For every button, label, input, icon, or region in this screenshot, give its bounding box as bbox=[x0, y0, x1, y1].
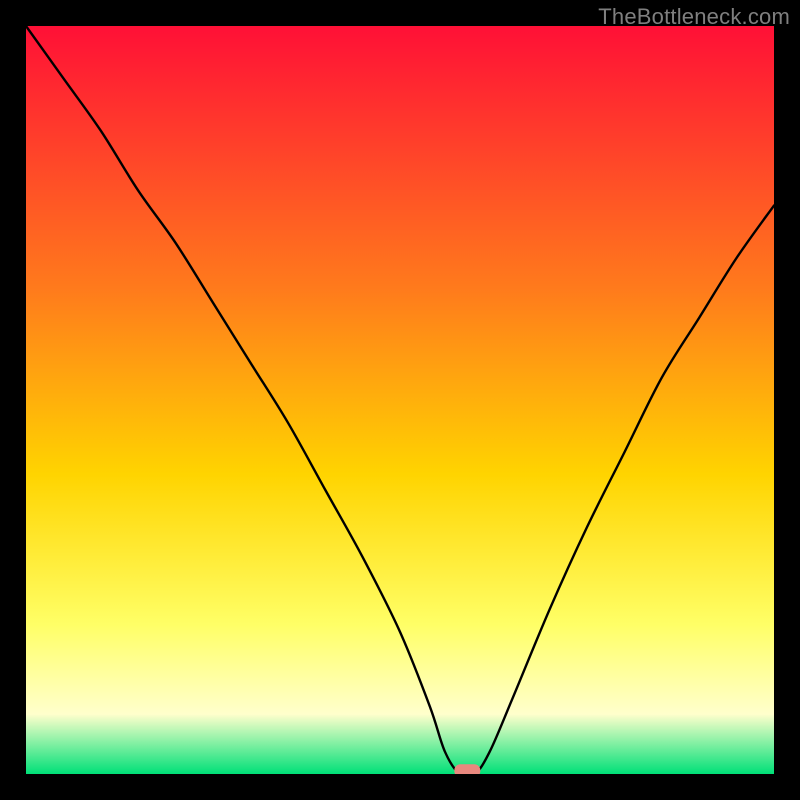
watermark-text: TheBottleneck.com bbox=[598, 4, 790, 30]
chart-svg bbox=[26, 26, 774, 774]
optimal-marker bbox=[454, 764, 480, 774]
plot-area bbox=[26, 26, 774, 774]
chart-frame: TheBottleneck.com bbox=[0, 0, 800, 800]
gradient-background bbox=[26, 26, 774, 774]
